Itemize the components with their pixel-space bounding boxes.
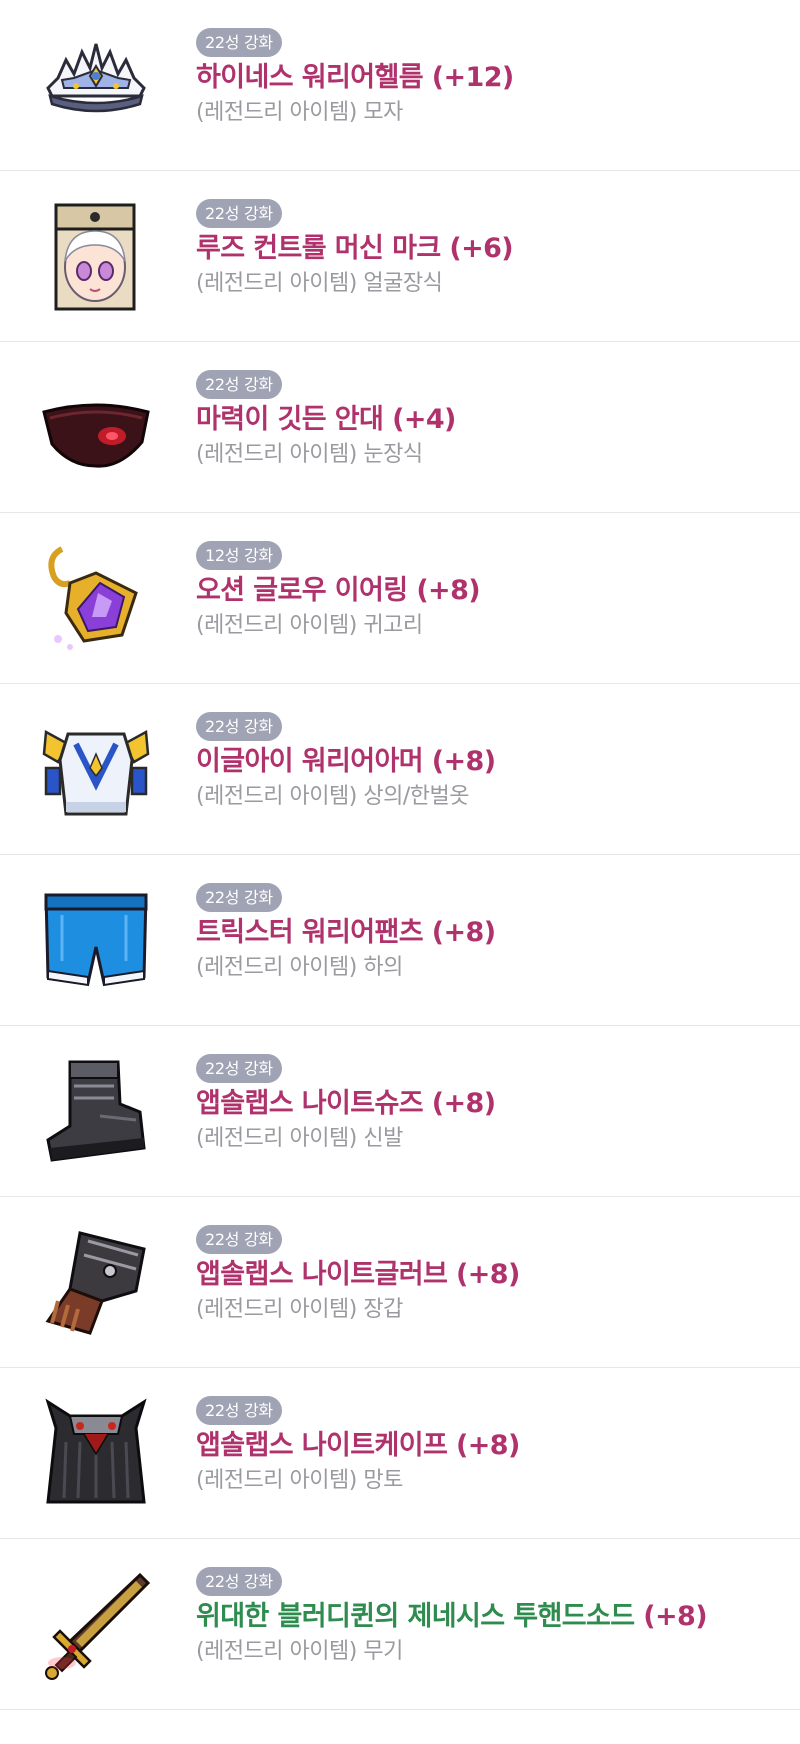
item-name: 앱솔랩스 나이트케이프 (+8) (196, 1430, 520, 1461)
list-item[interactable]: 22성 강화 트릭스터 워리어팬츠 (+8) (레전드리 아이템) 하의 (0, 855, 800, 1026)
enhancement-badge: 22성 강화 (196, 1567, 282, 1596)
item-name: 이글아이 워리어아머 (+8) (196, 746, 496, 777)
item-name: 트릭스터 워리어팬츠 (+8) (196, 917, 496, 948)
item-slot: 모자 (363, 100, 403, 125)
list-item[interactable]: 22성 강화 이글아이 워리어아머 (+8) (레전드리 아이템) 상의/한벌옷 (0, 684, 800, 855)
cape-icon (40, 1398, 152, 1510)
item-grade: (레전드리 아이템) (196, 1126, 357, 1151)
item-slot: 망토 (363, 1468, 403, 1493)
enhancement-badge: 22성 강화 (196, 199, 282, 228)
item-meta: (레전드리 아이템) 장갑 (196, 1295, 790, 1325)
item-meta: (레전드리 아이템) 눈장식 (196, 440, 790, 470)
item-slot: 얼굴장식 (363, 271, 443, 296)
list-item[interactable]: 22성 강화 마력이 깃든 안대 (+4) (레전드리 아이템) 눈장식 (0, 342, 800, 513)
item-meta: (레전드리 아이템) 하의 (196, 953, 790, 983)
item-slot: 장갑 (363, 1297, 403, 1322)
helmet-icon (40, 30, 152, 142)
item-meta: (레전드리 아이템) 모자 (196, 98, 790, 128)
list-item[interactable]: 12성 강화 오션 글로우 이어링 (+8) (레전드리 아이템) 귀고리 (0, 513, 800, 684)
item-name: 위대한 블러디퀸의 제네시스 투핸드소드 (+8) (196, 1599, 790, 1635)
item-slot: 하의 (363, 955, 403, 980)
sword-icon (40, 1569, 152, 1681)
genesis-item-name: 위대한 블러디퀸의 제네시스 투핸드소드 (196, 1601, 635, 1632)
glove-icon (40, 1227, 152, 1339)
item-meta: (레전드리 아이템) 얼굴장식 (196, 269, 790, 299)
item-grade: (레전드리 아이템) (196, 613, 357, 638)
item-name: 오션 글로우 이어링 (+8) (196, 575, 481, 606)
item-slot: 신발 (363, 1126, 403, 1151)
item-meta: (레전드리 아이템) 신발 (196, 1124, 790, 1154)
item-meta: (레전드리 아이템) 무기 (196, 1637, 790, 1667)
item-grade: (레전드리 아이템) (196, 784, 357, 809)
item-meta: (레전드리 아이템) 상의/한벌옷 (196, 782, 790, 812)
enhancement-badge: 22성 강화 (196, 1396, 282, 1425)
item-grade: (레전드리 아이템) (196, 1297, 357, 1322)
item-meta: (레전드리 아이템) 귀고리 (196, 611, 790, 641)
item-slot: 무기 (363, 1639, 403, 1664)
boots-icon (40, 1056, 152, 1168)
enhancement-badge: 22성 강화 (196, 1054, 282, 1083)
pants-icon (40, 885, 152, 997)
earring-icon (40, 543, 152, 655)
enhancement-badge: 22성 강화 (196, 883, 282, 912)
item-slot: 상의/한벌옷 (363, 784, 469, 809)
enhancement-level: (+8) (643, 1601, 707, 1632)
item-name: 앱솔랩스 나이트글러브 (+8) (196, 1259, 520, 1290)
item-grade: (레전드리 아이템) (196, 442, 357, 467)
list-item[interactable]: 22성 강화 하이네스 워리어헬름 (+12) (레전드리 아이템) 모자 (0, 0, 800, 171)
item-meta: (레전드리 아이템) 망토 (196, 1466, 790, 1496)
list-item[interactable]: 22성 강화 앱솔랩스 나이트슈즈 (+8) (레전드리 아이템) 신발 (0, 1026, 800, 1197)
list-item[interactable]: 22성 강화 앱솔랩스 나이트글러브 (+8) (레전드리 아이템) 장갑 (0, 1197, 800, 1368)
item-grade: (레전드리 아이템) (196, 100, 357, 125)
list-item[interactable]: 22성 강화 앱솔랩스 나이트케이프 (+8) (레전드리 아이템) 망토 (0, 1368, 800, 1539)
enhancement-badge: 22성 강화 (196, 1225, 282, 1254)
item-name: 마력이 깃든 안대 (+4) (196, 404, 456, 435)
face-mark-icon (40, 201, 152, 313)
armor-icon (40, 714, 152, 826)
enhancement-badge: 22성 강화 (196, 712, 282, 741)
item-name: 앱솔랩스 나이트슈즈 (+8) (196, 1088, 496, 1119)
enhancement-badge: 22성 강화 (196, 370, 282, 399)
item-slot: 눈장식 (363, 442, 423, 467)
item-grade: (레전드리 아이템) (196, 1639, 357, 1664)
equipment-list: 22성 강화 하이네스 워리어헬름 (+12) (레전드리 아이템) 모자 22… (0, 0, 800, 1710)
item-name: 하이네스 워리어헬름 (+12) (196, 62, 514, 93)
item-slot: 귀고리 (363, 613, 423, 638)
enhancement-badge: 12성 강화 (196, 541, 282, 570)
item-grade: (레전드리 아이템) (196, 955, 357, 980)
list-item[interactable]: 22성 강화 위대한 블러디퀸의 제네시스 투핸드소드 (+8) (레전드리 아… (0, 1539, 800, 1710)
item-grade: (레전드리 아이템) (196, 1468, 357, 1493)
list-item[interactable]: 22성 강화 루즈 컨트롤 머신 마크 (+6) (레전드리 아이템) 얼굴장식 (0, 171, 800, 342)
eyepatch-icon (40, 372, 152, 484)
enhancement-badge: 22성 강화 (196, 28, 282, 57)
item-grade: (레전드리 아이템) (196, 271, 357, 296)
item-name: 루즈 컨트롤 머신 마크 (+6) (196, 233, 514, 264)
